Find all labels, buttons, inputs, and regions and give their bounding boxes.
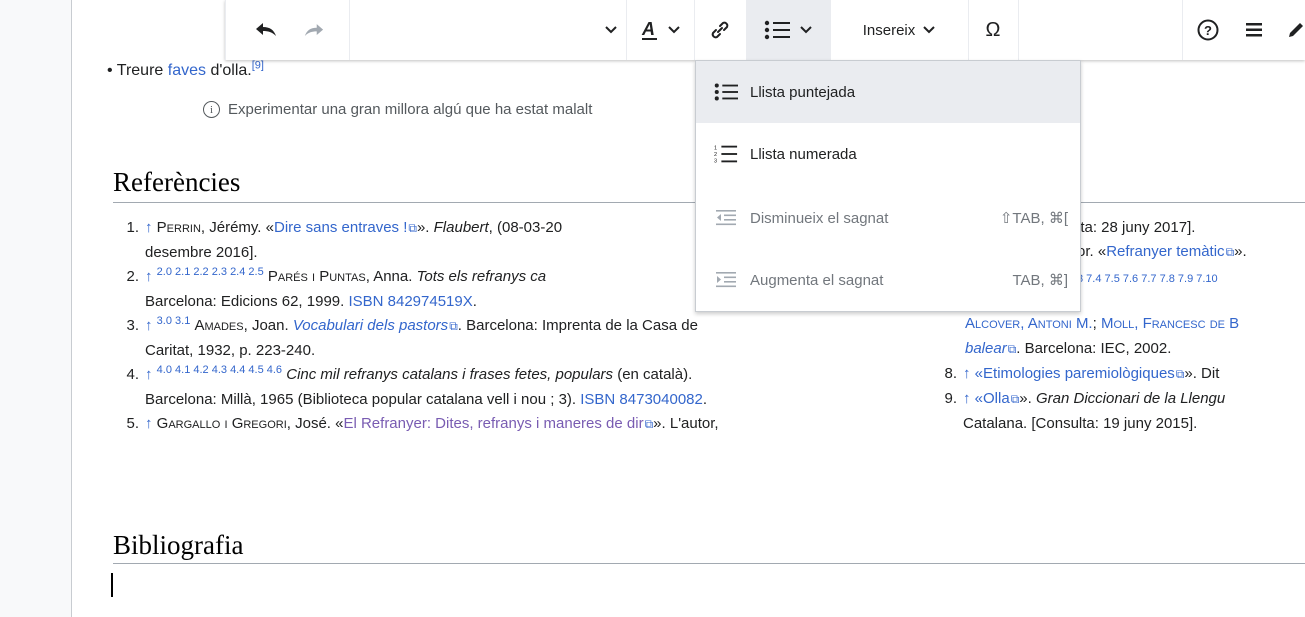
menu-item-numbered-list[interactable]: 123 Llista numerada xyxy=(696,123,1080,185)
svg-text:2: 2 xyxy=(714,152,717,158)
history-group xyxy=(226,0,346,60)
external-link[interactable]: Vocabulari dels pastors xyxy=(293,317,448,334)
menu-item-decrease-indent[interactable]: Disminueix el sagnat ⇧TAB, ⌘[ xyxy=(696,187,1080,249)
heading-rule xyxy=(113,563,1305,564)
backlink-arrow[interactable]: ↑ « xyxy=(963,365,983,382)
backlink-arrow[interactable]: ↑ xyxy=(145,317,153,334)
external-link-icon: ⧉ xyxy=(1010,392,1020,406)
external-link-icon: ⧉ xyxy=(449,319,458,333)
reference-item: 3. ↑ 3.0 3.1 Amades, Joan. Vocabulari de… xyxy=(126,315,698,359)
text-style-icon: A xyxy=(641,19,657,40)
backlink-list[interactable]: 4.0 4.1 4.2 4.3 4.4 4.5 4.6 xyxy=(157,364,282,376)
external-link[interactable]: Refranyer temàtic xyxy=(1106,243,1224,260)
backlink-arrow[interactable]: ↑ « xyxy=(963,390,983,407)
chevron-down-icon xyxy=(668,26,680,34)
references-list-right-row3: 3 7.4 7.5 7.6 7.7 7.8 7.9 7.10 xyxy=(1077,266,1305,291)
insert-dropdown[interactable]: Insereix xyxy=(830,0,968,60)
shortcut-hint: TAB, ⌘] xyxy=(1012,272,1068,289)
menu-item-bulleted-list[interactable]: Llista puntejada xyxy=(696,61,1080,123)
undo-icon xyxy=(256,23,276,36)
reference-item: 4. ↑ 4.0 4.1 4.2 4.3 4.4 4.5 4.6 Cinc mi… xyxy=(126,364,708,408)
article-link[interactable]: faves xyxy=(168,62,206,79)
backlink-list[interactable]: 3.0 3.1 xyxy=(157,315,191,327)
svg-text:A: A xyxy=(641,19,655,39)
reference-item: 9. ↑ «Olla⧉». Gran Diccionari de la Lleng… xyxy=(944,390,1226,407)
list-dropdown-menu: Llista puntejada 123 Llista numerada Dis… xyxy=(695,60,1081,312)
external-link[interactable]: El Refranyer: Dites, refranys i maneres … xyxy=(343,415,643,432)
reference-item: 5. ↑ Gargallo i Gregori, José. «El Refra… xyxy=(126,415,719,432)
references-list-right-row1: lta: 28 juny 2017]. xyxy=(1077,219,1196,236)
isbn-link[interactable]: ISBN 842974519X xyxy=(348,293,472,310)
bulleted-list-icon xyxy=(764,20,790,40)
paragraph-format-dropdown[interactable] xyxy=(596,0,626,60)
help-button[interactable]: ? xyxy=(1182,0,1234,60)
reference-item-continued: Catalana. [Consulta: 19 juny 2015]. xyxy=(963,415,1198,432)
svg-text:?: ? xyxy=(1204,23,1212,38)
section-heading-references: Referències xyxy=(113,167,241,197)
page-options-button[interactable] xyxy=(1234,0,1274,60)
numbered-list-icon: 123 xyxy=(714,143,738,165)
backlink-arrow[interactable]: ↑ xyxy=(145,415,153,432)
external-link[interactable]: balear xyxy=(965,340,1007,357)
edit-mode-button[interactable] xyxy=(1274,0,1305,60)
author-link[interactable]: Alcover, Antoni M. xyxy=(965,315,1093,332)
bullet: • xyxy=(107,62,117,79)
section-heading-bibliography: Bibliografia xyxy=(113,530,244,560)
list-item: • Treure faves d'olla.[9] xyxy=(107,59,264,79)
external-link[interactable]: Olla xyxy=(983,390,1010,407)
definition-note: i Experimentar una gran millora algú que… xyxy=(203,101,592,118)
omega-icon: Ω xyxy=(985,18,1001,41)
text-cursor xyxy=(111,573,113,597)
undo-button[interactable] xyxy=(238,0,294,60)
backlink-arrow[interactable]: ↑ xyxy=(145,366,153,383)
references-list-right-row2: or. «Refranyer temàtic⧉». xyxy=(1077,243,1247,260)
reference-marker[interactable]: [9] xyxy=(252,60,264,72)
shortcut-hint: ⇧TAB, ⌘[ xyxy=(999,210,1068,227)
left-gutter xyxy=(0,0,72,617)
external-link[interactable]: Dire sans entraves ! xyxy=(274,219,407,236)
references-list-right-row4: Alcover, Antoni M.; Moll, Francesc de B xyxy=(965,315,1240,332)
bulleted-list-icon xyxy=(714,82,738,102)
info-icon: i xyxy=(203,101,220,118)
backlink-arrow[interactable]: ↑ xyxy=(145,268,153,285)
redo-icon xyxy=(304,23,324,36)
backlink-list[interactable]: 3 7.4 7.5 7.6 7.7 7.8 7.9 7.10 xyxy=(1077,273,1218,285)
isbn-link[interactable]: ISBN 8473040082 xyxy=(580,391,703,408)
indent-icon xyxy=(714,272,738,288)
external-link-icon: ⧉ xyxy=(644,417,654,431)
link-button[interactable] xyxy=(694,0,746,60)
chevron-down-icon xyxy=(923,26,935,34)
author-link[interactable]: Moll, Francesc de B xyxy=(1101,315,1239,332)
reference-item: 8. ↑ «Etimologies paremiològiques⧉». Dit xyxy=(944,365,1220,382)
external-link-icon: ⧉ xyxy=(1007,342,1017,356)
chevron-down-icon xyxy=(800,26,812,34)
link-icon xyxy=(711,21,729,39)
backlink-arrow[interactable]: ↑ xyxy=(145,219,153,236)
outdent-icon xyxy=(714,210,738,226)
svg-text:1: 1 xyxy=(714,145,717,151)
chevron-down-icon xyxy=(605,26,617,34)
special-character-button[interactable]: Ω xyxy=(968,0,1018,60)
menu-icon xyxy=(1246,23,1262,37)
backlink-list[interactable]: 2.0 2.1 2.2 2.3 2.4 2.5 xyxy=(157,266,264,278)
text-style-dropdown[interactable]: A xyxy=(626,0,694,60)
menu-item-increase-indent[interactable]: Augmenta el sagnat TAB, ⌘] xyxy=(696,249,1080,311)
references-list-right-row5: balear⧉. Barcelona: IEC, 2002. xyxy=(965,340,1172,357)
help-icon: ? xyxy=(1197,19,1219,41)
external-link-icon: ⧉ xyxy=(1225,245,1235,259)
editor-toolbar: A Insereix Ω ? xyxy=(225,0,1305,60)
pencil-icon xyxy=(1289,23,1303,37)
svg-text:3: 3 xyxy=(714,158,717,164)
insert-label: Insereix xyxy=(862,21,916,39)
redo-button[interactable] xyxy=(294,0,334,60)
external-link-icon: ⧉ xyxy=(408,221,417,235)
external-link[interactable]: Etimologies paremiològiques xyxy=(983,365,1175,382)
list-dropdown-button[interactable] xyxy=(746,0,830,60)
editor-surface[interactable]: A Insereix Ω ? • Treure faves d'olla.[9]… xyxy=(73,0,1305,617)
